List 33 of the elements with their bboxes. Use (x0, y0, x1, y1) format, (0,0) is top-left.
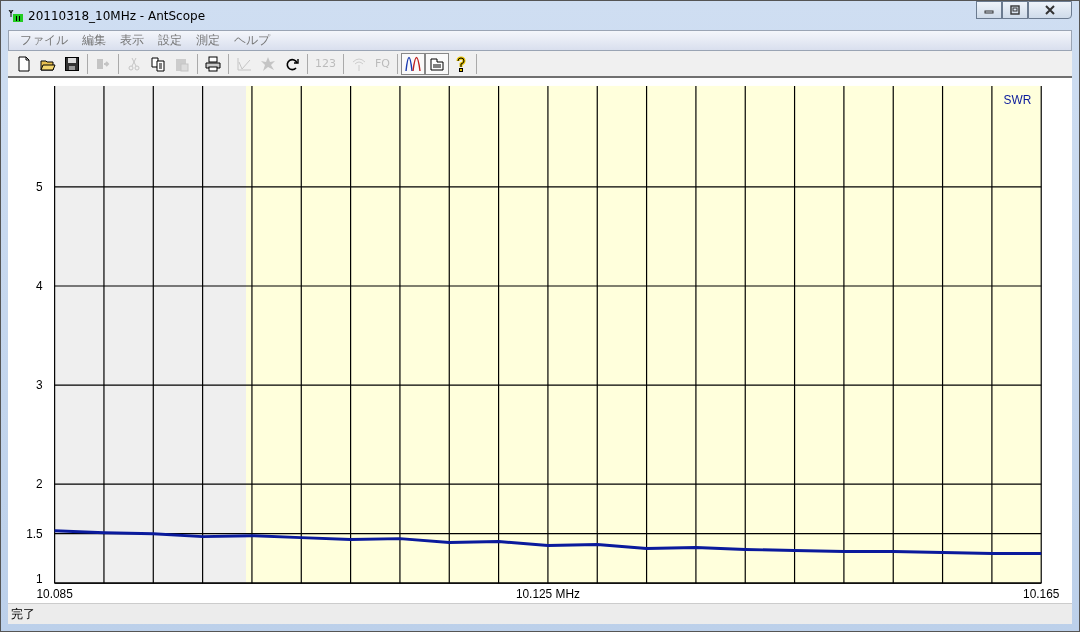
new-icon (16, 55, 32, 72)
wireless-icon (351, 55, 367, 72)
minimize-button[interactable] (976, 1, 1002, 19)
menu-item[interactable]: 表示 (113, 32, 151, 49)
menu-item[interactable]: 編集 (75, 32, 113, 49)
x-tick-label: 10.125 MHz (515, 587, 580, 602)
y-tick-label: 2 (36, 477, 43, 492)
menu-item[interactable]: 設定 (151, 32, 189, 49)
y-tick-label: 5 (36, 179, 43, 194)
graph-icon (236, 55, 252, 72)
maximize-icon (1009, 5, 1021, 15)
curves-icon (405, 55, 421, 72)
curves-button[interactable] (401, 52, 425, 75)
print-icon (205, 55, 221, 72)
y-tick-label: 4 (36, 279, 43, 293)
menu-item[interactable]: ヘルプ (227, 32, 277, 49)
close-icon (1044, 5, 1056, 15)
y-tick-label: 3 (36, 378, 43, 393)
window-title: 20110318_10MHz - AntScope (28, 8, 206, 23)
close-button[interactable] (1028, 1, 1072, 19)
save-icon (64, 55, 80, 72)
maximize-button[interactable] (1002, 1, 1028, 19)
menu-item[interactable]: 測定 (189, 32, 227, 49)
y-tick-label: 1 (36, 572, 43, 587)
antenna-icon (8, 8, 24, 23)
copy-icon (150, 55, 166, 72)
cut-icon (126, 55, 142, 72)
status-text: 完了 (11, 605, 35, 623)
series-label: SWR (1003, 92, 1032, 107)
x-tick-label: 10.165 (1023, 587, 1060, 602)
x-tick-label: 10.085 (36, 587, 73, 602)
y-tick-label: 1.5 (26, 526, 43, 541)
menu-item[interactable]: ファイル (13, 32, 75, 49)
